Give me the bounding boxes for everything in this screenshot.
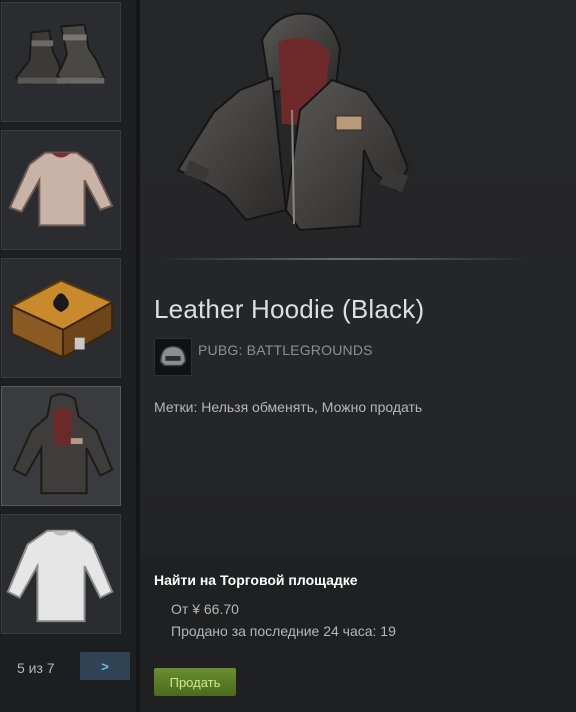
- item-detail-panel: Leather Hoodie (Black) PUBG: BATTLEGROUN…: [140, 0, 576, 712]
- thumbnail-loot-crate[interactable]: [1, 258, 121, 378]
- inventory-pager: 5 из 7 >: [0, 652, 136, 682]
- item-title: Leather Hoodie (Black): [154, 294, 425, 324]
- game-icon: [154, 338, 192, 376]
- thumbnail-long-sleeve-shirt[interactable]: [1, 130, 121, 250]
- next-page-button[interactable]: >: [80, 652, 130, 680]
- crate-icon: [2, 259, 120, 377]
- section-divider: [158, 258, 530, 260]
- white-shirt-icon: [2, 515, 120, 633]
- hoodie-icon: [2, 387, 120, 505]
- thumbnail-boots[interactable]: [1, 2, 121, 122]
- market-link[interactable]: Найти на Торговой площадке: [154, 572, 358, 588]
- item-tags: Метки: Нельзя обменять, Можно продать: [154, 399, 423, 415]
- shirt-icon: [2, 131, 120, 249]
- boots-icon: [2, 3, 120, 121]
- sold-24h: Продано за последние 24 часа: 19: [171, 623, 396, 639]
- inventory-thumbnails: 5 из 7 >: [0, 0, 136, 712]
- leather-hoodie-image: [176, 12, 410, 232]
- sell-button[interactable]: Продать: [154, 668, 236, 696]
- starting-price: От ¥ 66.70: [171, 601, 239, 617]
- thumbnail-white-shirt[interactable]: [1, 514, 121, 634]
- page-indicator: 5 из 7: [17, 660, 55, 676]
- market-section: Найти на Торговой площадке От ¥ 66.70 Пр…: [140, 558, 576, 712]
- thumbnail-leather-hoodie[interactable]: [1, 386, 121, 506]
- pubg-helmet-icon: [155, 339, 191, 375]
- game-name[interactable]: PUBG: BATTLEGROUNDS: [198, 342, 373, 358]
